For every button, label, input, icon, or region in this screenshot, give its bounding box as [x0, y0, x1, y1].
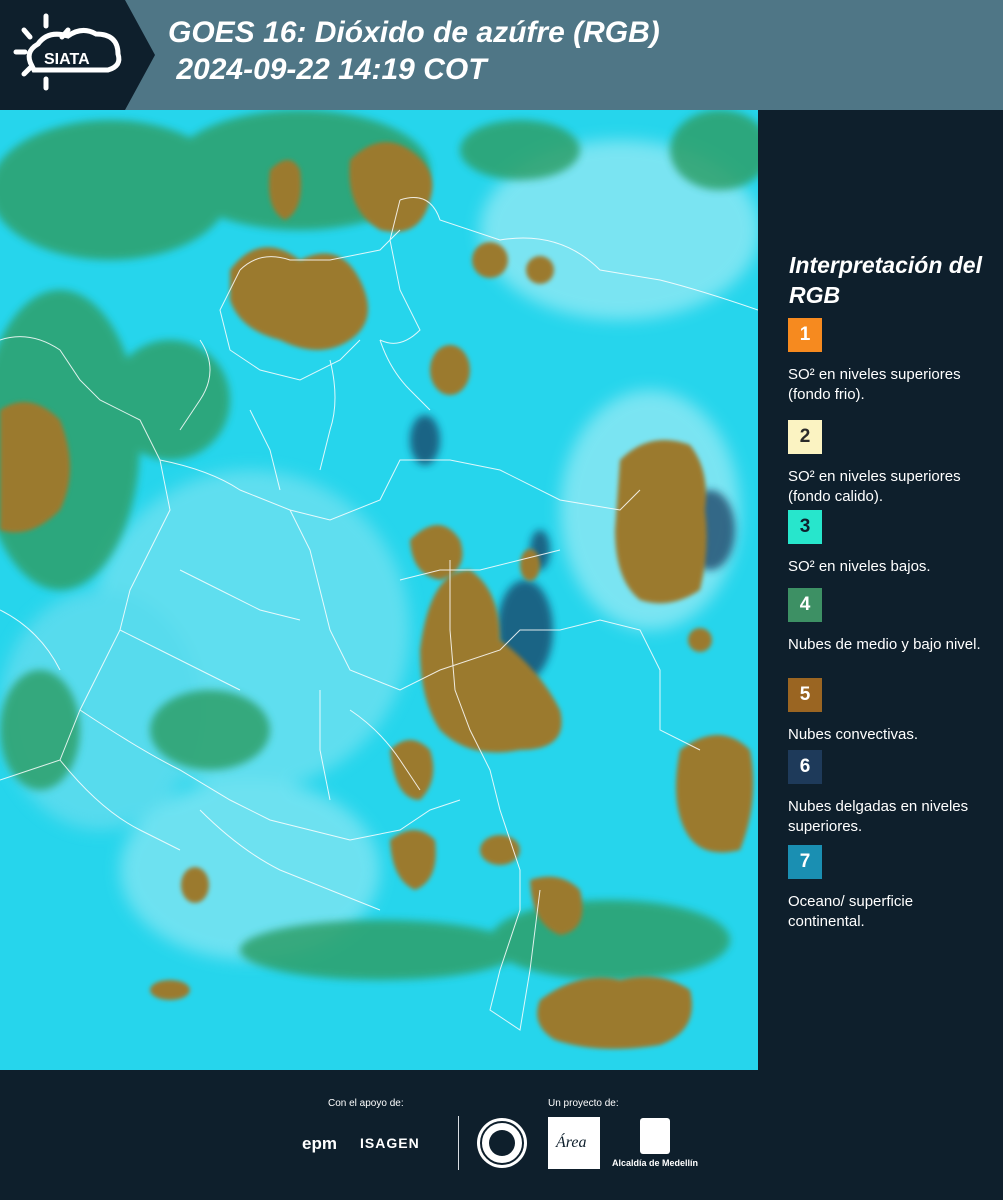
project-label: Un proyecto de:: [548, 1098, 619, 1109]
legend-item-5: 5 Nubes convectivas.: [788, 678, 993, 745]
legend-text: Nubes de medio y bajo nivel.: [788, 636, 981, 653]
medellin-seal-logo: [477, 1118, 527, 1168]
legend-panel: Interpretación del RGB 1 SO² en niveles s…: [758, 110, 1003, 1070]
legend-swatch: 3: [788, 510, 822, 544]
alcaldia-medellin-logo: [640, 1118, 670, 1154]
support-label: Con el apoyo de:: [328, 1098, 404, 1109]
header: SIATA GOES 16: Dióxido de azúfre (RGB) 2…: [0, 0, 1003, 110]
area-metropolitana-logo: Área: [548, 1117, 600, 1169]
footer-divider: [458, 1116, 459, 1170]
siata-logo-text: SIATA: [44, 51, 90, 68]
legend-swatch: 7: [788, 845, 822, 879]
legend-swatch: 5: [788, 678, 822, 712]
legend-text: SO² en niveles superiores (fondo calido)…: [788, 468, 961, 505]
legend-item-7: 7 Oceano/ superficie continental.: [788, 845, 993, 932]
legend-item-2: 2 SO² en niveles superiores (fondo calido…: [788, 420, 993, 507]
legend-swatch: 6: [788, 750, 822, 784]
legend-item-1: 1 SO² en niveles superiores (fondo frio).: [788, 318, 993, 405]
footer: Con el apoyo de: Un proyecto de: epm ISA…: [0, 1070, 1003, 1200]
epm-logo: epm: [302, 1134, 337, 1153]
page-title: GOES 16: Dióxido de azúfre (RGB) 2024-09…: [168, 16, 660, 86]
legend-text: Nubes delgadas en niveles superiores.: [788, 798, 969, 835]
legend-swatch: 4: [788, 588, 822, 622]
legend-item-4: 4 Nubes de medio y bajo nivel.: [788, 588, 993, 655]
legend-swatch: 1: [788, 318, 822, 352]
alcaldia-label: Alcaldía de Medellín: [612, 1158, 699, 1168]
area-logo-text: Área: [555, 1132, 587, 1151]
legend-title: Interpretación del RGB: [789, 252, 982, 308]
legend-item-3: 3 SO² en niveles bajos.: [788, 510, 993, 577]
isagen-logo: ISAGEN: [360, 1135, 420, 1151]
legend-text: SO² en niveles superiores (fondo frio).: [788, 366, 961, 403]
legend-item-6: 6 Nubes delgadas en niveles superiores.: [788, 750, 993, 837]
legend-swatch: 2: [788, 420, 822, 454]
legend-text: Nubes convectivas.: [788, 726, 919, 743]
siata-logo: SIATA: [13, 13, 122, 91]
legend-text: Oceano/ superficie continental.: [788, 893, 914, 930]
legend-text: SO² en niveles bajos.: [788, 558, 931, 575]
satellite-map: [0, 110, 758, 1070]
